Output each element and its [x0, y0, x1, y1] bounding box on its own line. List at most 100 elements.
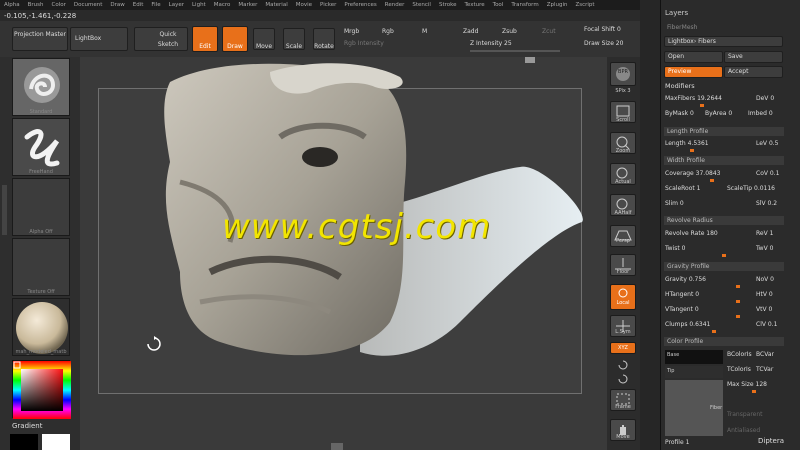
primary-color-swatch[interactable] [10, 434, 38, 450]
menu-item-light[interactable]: Light [188, 0, 210, 10]
m-button[interactable]: M [422, 28, 427, 35]
fibermesh-header[interactable]: FiberMesh [664, 23, 784, 32]
focal-shift-slider[interactable]: Focal Shift 0 [584, 26, 621, 33]
z-intensity-slider[interactable]: Z Intensity 25 [470, 40, 512, 47]
gravity-profile-header[interactable]: Gravity Profile [664, 262, 784, 271]
menu-item-stroke[interactable]: Stroke [435, 0, 461, 10]
menu-item-stencil[interactable]: Stencil [408, 0, 435, 10]
htv-slider[interactable]: HtV 0 [756, 291, 786, 301]
zsub-button[interactable]: Zsub [502, 28, 517, 35]
modifiers-header[interactable]: Modifiers [665, 82, 783, 92]
base-color-swatch[interactable]: Base [665, 350, 723, 364]
menu-item-preferences[interactable]: Preferences [340, 0, 380, 10]
twv-slider[interactable]: TwV 0 [756, 245, 786, 255]
tip-color-swatch[interactable]: Tip [665, 366, 723, 378]
menu-item-tool[interactable]: Tool [489, 0, 508, 10]
menu-item-edit[interactable]: Edit [129, 0, 148, 10]
menu-item-zscript[interactable]: Zscript [571, 0, 598, 10]
imbed-slider[interactable]: Imbed 0 [748, 110, 784, 120]
menu-item-brush[interactable]: Brush [24, 0, 48, 10]
color-profile-header[interactable]: Color Profile [664, 337, 784, 346]
rgb-button[interactable]: Rgb [382, 28, 394, 35]
quick-sketch-button[interactable]: Quick Sketch [134, 27, 188, 51]
draw-button[interactable]: Draw [222, 26, 248, 52]
alpha-thumbnail[interactable] [12, 178, 70, 236]
gravity-knob[interactable] [736, 285, 740, 288]
menu-item-movie[interactable]: Movie [292, 0, 316, 10]
vtv-slider[interactable]: VtV 0 [756, 306, 786, 316]
menu-item-alpha[interactable]: Alpha [0, 0, 24, 10]
standard-brush-thumbnail[interactable] [12, 58, 70, 116]
max-size-knob[interactable] [752, 390, 756, 393]
color-picker[interactable] [12, 360, 71, 419]
zcut-button[interactable]: Zcut [542, 28, 556, 35]
menu-item-document[interactable]: Document [70, 0, 107, 10]
spix-slider[interactable]: SPix 3 [604, 88, 642, 94]
scale-mode-button[interactable]: Scale [283, 28, 305, 50]
menu-item-layer[interactable]: Layer [165, 0, 188, 10]
freehand-stroke-thumbnail[interactable] [12, 118, 70, 176]
menu-item-zplugin[interactable]: Zplugin [543, 0, 572, 10]
maxfibers-knob[interactable] [700, 104, 704, 107]
left-scrollbar[interactable] [2, 185, 7, 235]
canvas-top-handle[interactable] [525, 57, 535, 63]
rgb-intensity-slider[interactable]: Rgb Intensity [344, 40, 384, 47]
menu-item-draw[interactable]: Draw [106, 0, 128, 10]
width-profile-header[interactable]: Width Profile [664, 156, 784, 165]
menu-item-macro[interactable]: Macro [210, 0, 235, 10]
local-button[interactable] [610, 284, 636, 310]
open-button[interactable]: Open [664, 51, 723, 63]
transparent-button[interactable]: Transparent [727, 411, 787, 421]
z-intensity-track[interactable] [470, 50, 560, 52]
menu-item-render[interactable]: Render [381, 0, 409, 10]
preview-button[interactable]: Preview [664, 66, 723, 78]
rotate-mode-button[interactable]: Rotate [313, 28, 335, 50]
menu-item-material[interactable]: Material [261, 0, 291, 10]
byarea-slider[interactable]: ByArea 0 [705, 110, 745, 120]
lightbox-fibers-button[interactable]: Lightbox› Fibers [664, 36, 783, 47]
texture-thumbnail[interactable] [12, 238, 70, 296]
menu-item-color[interactable]: Color [48, 0, 70, 10]
zadd-button[interactable]: Zadd [463, 28, 478, 35]
menu-item-picker[interactable]: Picker [316, 0, 340, 10]
edit-button[interactable]: Edit [192, 26, 218, 52]
save-button[interactable]: Save [724, 51, 783, 63]
menu-item-texture[interactable]: Texture [461, 0, 489, 10]
revolve-radius-header[interactable]: Revolve Radius [664, 216, 784, 225]
move-mode-button[interactable]: Move [253, 28, 275, 50]
material-thumbnail[interactable] [12, 298, 70, 356]
lightbox-button[interactable]: LightBox [70, 27, 128, 51]
palette-scroll-gutter[interactable] [640, 0, 660, 450]
lev-slider[interactable]: LeV 0.5 [756, 140, 786, 150]
rotate-z-icon[interactable] [616, 373, 630, 385]
coverage-knob[interactable] [710, 179, 714, 182]
projection-master-button[interactable]: Projection Master [12, 27, 68, 51]
nov-slider[interactable]: NoV 0 [756, 276, 786, 286]
tcvar-slider[interactable]: TCVar [756, 366, 786, 376]
layers-header[interactable]: Layers [665, 9, 783, 19]
antialiased-button[interactable]: Antialiased [727, 427, 787, 437]
rev-slider[interactable]: ReV 1 [756, 230, 786, 240]
twist-knob[interactable] [722, 254, 726, 257]
max-size-slider[interactable]: Max Size 128 [727, 381, 787, 391]
cov-slider[interactable]: CoV 0.1 [756, 170, 786, 180]
menu-item-file[interactable]: File [147, 0, 164, 10]
draw-size-slider[interactable]: Draw Size 20 [584, 40, 623, 47]
rotate-y-icon[interactable] [616, 359, 630, 371]
htangent-knob[interactable] [736, 300, 740, 303]
menu-item-transform[interactable]: Transform [507, 0, 542, 10]
canvas-bottom-handle[interactable] [331, 443, 343, 450]
slv-slider[interactable]: SlV 0.2 [756, 200, 786, 210]
length-profile-header[interactable]: Length Profile [664, 127, 784, 136]
tcolor-slider[interactable]: TColorIs [727, 366, 755, 376]
clumps-knob[interactable] [712, 330, 716, 333]
mrgb-button[interactable]: Mrgb [344, 28, 359, 35]
scaletip-slider[interactable]: ScaleTip 0.0116 [727, 185, 785, 195]
bcvar-slider[interactable]: BCVar [756, 351, 786, 361]
dev-slider[interactable]: DeV 0 [756, 95, 784, 105]
bcolor-slider[interactable]: BColorIs [727, 351, 755, 361]
accept-button[interactable]: Accept [724, 66, 783, 78]
vtangent-knob[interactable] [736, 315, 740, 318]
length-knob[interactable] [690, 149, 694, 152]
clv-slider[interactable]: ClV 0.1 [756, 321, 786, 331]
